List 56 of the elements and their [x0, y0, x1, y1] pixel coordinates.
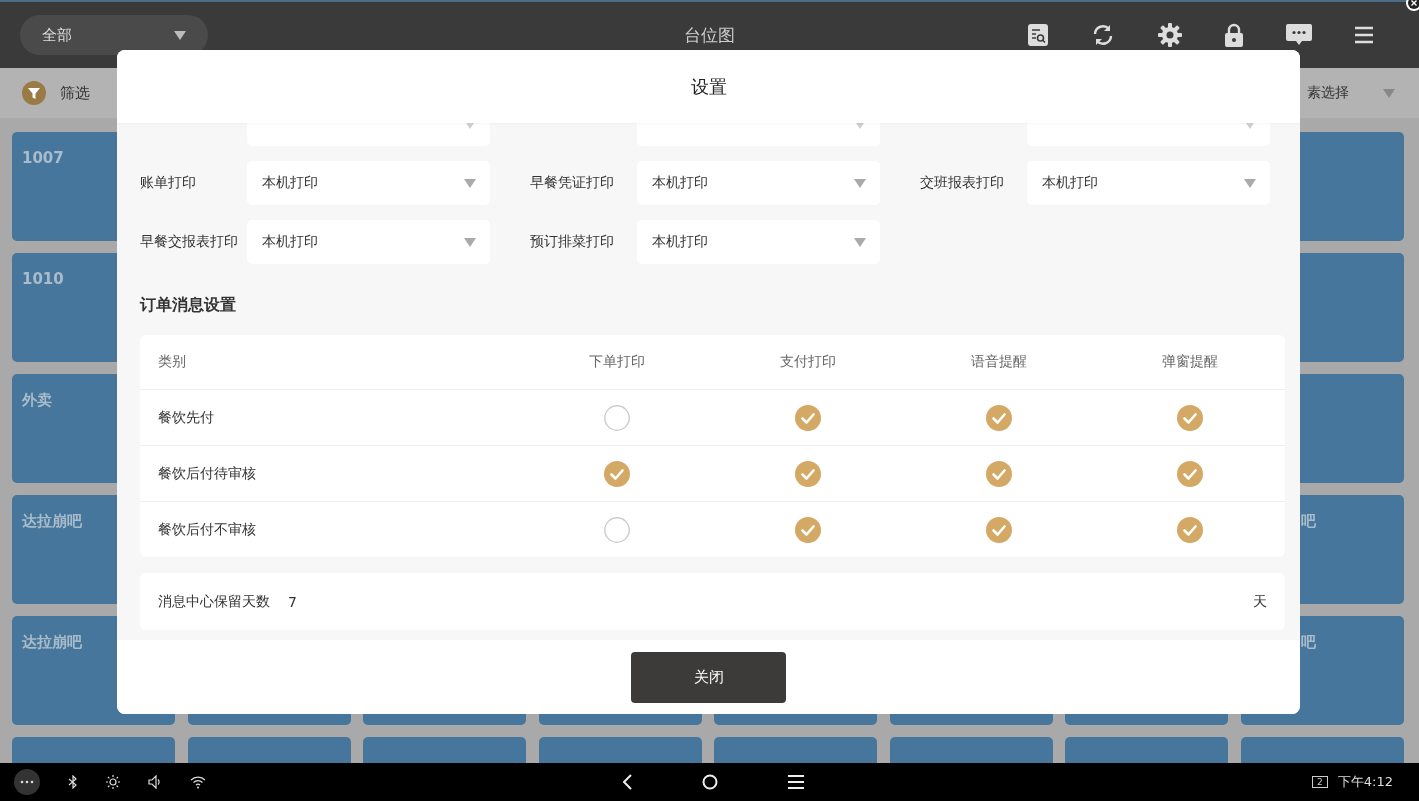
column-header: 语音提醒 [970, 353, 1027, 371]
caret-icon [464, 178, 476, 188]
brightness-icon[interactable] [106, 775, 120, 789]
unchecked-circle[interactable] [604, 404, 630, 431]
caret-icon [174, 30, 186, 40]
settings-icon[interactable] [1158, 23, 1182, 47]
clock-time: 下午4:12 [1337, 773, 1393, 791]
caret-icon [464, 237, 476, 247]
screen-badge: 2 [1312, 776, 1328, 788]
filter-icon [22, 81, 46, 105]
caret-icon [1383, 88, 1395, 98]
chat-icon[interactable] [1286, 24, 1312, 46]
retention-value[interactable]: 7 [288, 593, 297, 610]
unchecked-circle[interactable] [604, 516, 630, 543]
close-icon[interactable] [1405, 0, 1419, 12]
checked-icon[interactable] [794, 404, 821, 431]
lock-icon[interactable] [1225, 23, 1243, 47]
column-header: 下单打印 [589, 353, 645, 371]
caret-icon [854, 237, 866, 247]
refresh-icon[interactable] [1091, 23, 1115, 47]
document-search-icon[interactable] [1028, 24, 1048, 46]
caret-icon [1244, 178, 1256, 188]
wifi-icon[interactable] [190, 775, 206, 789]
column-header: 支付打印 [779, 353, 836, 371]
printer-select[interactable]: 本机打印 [637, 161, 880, 205]
setting-label: 早餐凭证打印 [530, 174, 615, 192]
more-icon[interactable] [14, 769, 40, 795]
setting-label: 预订排菜打印 [530, 233, 615, 251]
printer-select[interactable]: 本机打印 [247, 161, 490, 205]
dialog-title: 设置 [690, 74, 727, 99]
checked-icon[interactable] [985, 404, 1012, 431]
area-dropdown[interactable]: 全部 [20, 15, 208, 55]
page-title: 台位图 [683, 24, 736, 47]
home-icon[interactable] [702, 774, 718, 790]
checked-icon[interactable] [985, 460, 1012, 487]
printer-select[interactable]: 本机打印 [637, 220, 880, 264]
column-header: 弹窗提醒 [1161, 353, 1218, 371]
filter-button[interactable]: 筛选 [22, 81, 90, 105]
back-icon[interactable] [622, 774, 632, 790]
close-button[interactable]: 关闭 [631, 651, 786, 703]
setting-label: 交班报表打印 [920, 174, 1005, 192]
volume-icon[interactable] [148, 775, 162, 789]
checked-icon[interactable] [794, 460, 821, 487]
caret-icon [854, 178, 866, 188]
menu-icon[interactable] [788, 775, 804, 789]
element-dropdown[interactable]: 素选择 [1307, 84, 1395, 102]
checked-icon[interactable] [604, 460, 630, 487]
checked-icon[interactable] [1176, 404, 1203, 431]
checked-icon[interactable] [985, 516, 1012, 543]
printer-select[interactable]: 本机打印 [1027, 161, 1270, 205]
checked-icon[interactable] [1176, 460, 1203, 487]
printer-select[interactable]: 本机打印 [247, 220, 490, 264]
checked-icon[interactable] [794, 516, 821, 543]
checked-icon[interactable] [1176, 516, 1203, 543]
menu-icon[interactable] [1355, 26, 1373, 44]
bluetooth-icon[interactable] [68, 775, 78, 789]
